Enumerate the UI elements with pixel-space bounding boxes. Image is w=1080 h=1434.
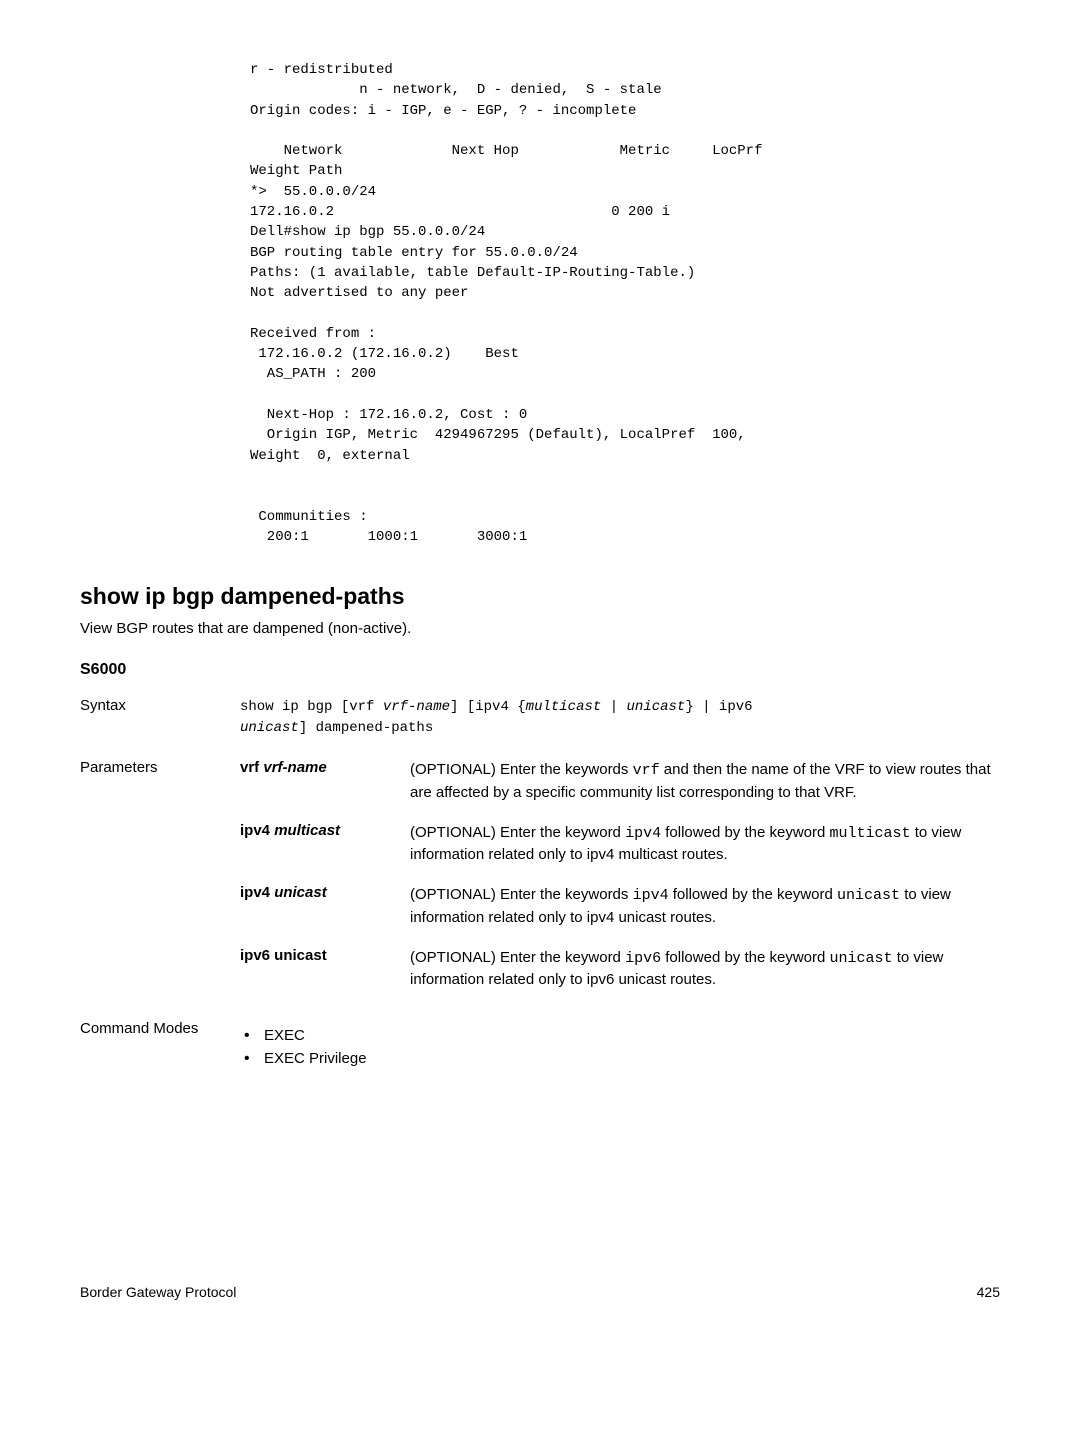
command-modes-label: Command Modes — [80, 1019, 240, 1039]
footer-right: 425 — [977, 1284, 1000, 1300]
param-name: ipv4 multicast — [240, 822, 410, 839]
param-row: vrf vrf-name(OPTIONAL) Enter the keyword… — [240, 759, 1000, 804]
param-row: ipv4 unicast(OPTIONAL) Enter the keyword… — [240, 884, 1000, 929]
param-description: (OPTIONAL) Enter the keyword ipv4 follow… — [410, 822, 1000, 867]
section-heading: show ip bgp dampened-paths — [80, 583, 1000, 610]
parameters-grid: vrf vrf-name(OPTIONAL) Enter the keyword… — [240, 759, 1000, 991]
parameters-row: Parameters vrf vrf-name(OPTIONAL) Enter … — [80, 759, 1000, 991]
section-intro: View BGP routes that are dampened (non-a… — [80, 620, 1000, 637]
param-name: vrf vrf-name — [240, 759, 410, 776]
parameters-label: Parameters — [80, 759, 240, 776]
param-row: ipv6 unicast(OPTIONAL) Enter the keyword… — [240, 947, 1000, 992]
param-row: ipv4 multicast(OPTIONAL) Enter the keywo… — [240, 822, 1000, 867]
model-subhead: S6000 — [80, 661, 1000, 679]
syntax-row: Syntax show ip bgp [vrf vrf-name] [ipv4 … — [80, 697, 1000, 739]
syntax-code: show ip bgp [vrf vrf-name] [ipv4 {multic… — [240, 697, 1000, 739]
param-name: ipv6 unicast — [240, 947, 410, 964]
page-footer: Border Gateway Protocol 425 — [80, 1284, 1000, 1300]
list-item: EXEC Privilege — [240, 1050, 1000, 1067]
list-item: EXEC — [240, 1027, 1000, 1044]
command-modes-row: Command Modes EXEC EXEC Privilege — [80, 1019, 1000, 1073]
param-description: (OPTIONAL) Enter the keywords vrf and th… — [410, 759, 1000, 804]
param-description: (OPTIONAL) Enter the keyword ipv6 follow… — [410, 947, 1000, 992]
terminal-output: r - redistributed n - network, D - denie… — [250, 60, 1000, 547]
syntax-label: Syntax — [80, 697, 240, 714]
param-description: (OPTIONAL) Enter the keywords ipv4 follo… — [410, 884, 1000, 929]
footer-left: Border Gateway Protocol — [80, 1284, 236, 1300]
param-name: ipv4 unicast — [240, 884, 410, 901]
command-modes-list: EXEC EXEC Privilege — [240, 1027, 1000, 1067]
